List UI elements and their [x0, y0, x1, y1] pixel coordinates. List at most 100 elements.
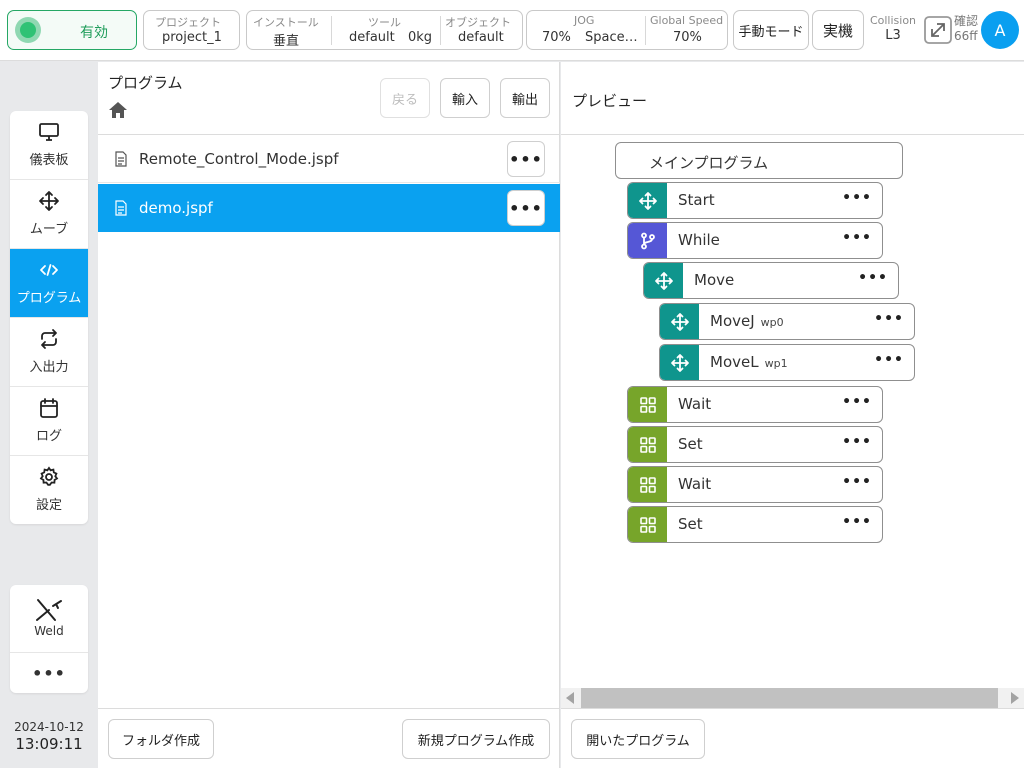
expand-icon[interactable] — [923, 15, 953, 45]
program-node-move[interactable]: Move ••• — [643, 262, 899, 299]
move-icon — [39, 191, 59, 211]
nav-item-dashboard[interactable]: 儀表板 — [10, 111, 88, 180]
real-machine-button[interactable]: 実機 — [812, 10, 864, 50]
weld-torch-icon — [36, 599, 62, 621]
move-icon — [660, 345, 699, 380]
scroll-left-icon[interactable] — [566, 692, 574, 704]
program-node-wait[interactable]: Wait ••• — [627, 466, 883, 503]
confirm-info: 確認 66ff — [954, 14, 978, 44]
move-icon — [660, 304, 699, 339]
opened-program-button[interactable]: 開いたプログラム — [571, 719, 705, 759]
node-title: MoveL — [710, 353, 759, 371]
node-title: While — [678, 231, 720, 249]
more-plugins-button[interactable]: ••• — [10, 653, 88, 693]
file-icon — [115, 151, 127, 167]
program-node-wait[interactable]: Wait ••• — [627, 386, 883, 423]
enable-status-button[interactable]: 有効 — [7, 10, 137, 50]
node-title: Wait — [678, 475, 712, 493]
file-row-selected[interactable]: demo.jspf ••• — [98, 184, 560, 232]
nav-item-move[interactable]: ムーブ — [10, 180, 88, 249]
horizontal-scrollbar[interactable] — [561, 688, 1024, 708]
enable-label: 有効 — [80, 25, 108, 41]
jog-speed-group[interactable]: JOG 70% Space… Global Speed 70% — [526, 10, 728, 50]
user-avatar[interactable]: A — [981, 11, 1019, 49]
node-more-button[interactable]: ••• — [874, 352, 904, 368]
node-more-button[interactable]: ••• — [842, 474, 872, 490]
nav-label: 入出力 — [29, 360, 69, 375]
file-row[interactable]: Remote_Control_Mode.jspf ••• — [98, 135, 560, 183]
node-more-button[interactable]: ••• — [842, 394, 872, 410]
node-label: Set — [678, 515, 703, 533]
file-icon — [115, 200, 127, 216]
divider — [440, 16, 441, 45]
grid-icon — [628, 467, 667, 502]
node-more-button[interactable]: ••• — [874, 311, 904, 327]
nav-item-io[interactable]: 入出力 — [10, 318, 88, 387]
file-more-button[interactable]: ••• — [507, 141, 545, 177]
time-text: 13:09:11 — [15, 735, 83, 753]
program-node-movel[interactable]: MoveL wp1 ••• — [659, 344, 915, 381]
global-speed-value: 70% — [673, 30, 702, 45]
program-node-while[interactable]: While ••• — [627, 222, 883, 259]
object-value: default — [458, 30, 504, 45]
preview-panel: プレビュー メインプログラム Start ••• While ••• Move ••• Mo… — [561, 62, 1024, 768]
scroll-thumb[interactable] — [581, 688, 998, 708]
main-nav: 儀表板 ムーブ プログラム 入出力 ログ 設定 — [10, 111, 88, 524]
confirm-value: 66ff — [954, 29, 978, 43]
nav-label: 儀表板 — [29, 153, 69, 168]
node-more-button[interactable]: ••• — [842, 230, 872, 246]
program-node-start[interactable]: Start ••• — [627, 182, 883, 219]
node-label: MoveJ wp0 — [710, 312, 784, 330]
jog-space: Space… — [585, 30, 638, 45]
nav-item-program[interactable]: プログラム — [10, 249, 88, 318]
node-title: Set — [678, 435, 703, 453]
file-name: Remote_Control_Mode.jspf — [139, 150, 339, 168]
export-button[interactable]: 輸出 — [500, 78, 550, 118]
scroll-right-icon[interactable] — [1011, 692, 1019, 704]
nav-item-settings[interactable]: 設定 — [10, 456, 88, 524]
import-button[interactable]: 輸入 — [440, 78, 490, 118]
nav-item-weld[interactable]: Weld — [10, 585, 88, 653]
program-node-set[interactable]: Set ••• — [627, 506, 883, 543]
node-more-button[interactable]: ••• — [858, 270, 888, 286]
node-label: Wait — [678, 475, 711, 493]
collision-level[interactable]: Collision L3 — [868, 14, 918, 43]
manual-mode-button[interactable]: 手動モード — [733, 10, 809, 50]
tool-label: ツール — [368, 16, 401, 29]
main-program-node[interactable]: メインプログラム — [615, 142, 903, 179]
node-more-button[interactable]: ••• — [842, 514, 872, 530]
nav-label: プログラム — [16, 291, 82, 306]
object-label: オブジェクト — [445, 16, 511, 29]
install-label: インストール — [253, 16, 319, 29]
branch-icon — [628, 223, 667, 258]
node-title: Start — [678, 191, 715, 209]
clock: 2024-10-12 13:09:11 — [10, 720, 88, 753]
node-title: Move — [694, 271, 735, 289]
weld-label: Weld — [34, 624, 64, 638]
program-header: プログラム 戻る 輸入 輸出 — [98, 62, 560, 135]
node-title: Set — [678, 515, 703, 533]
back-button[interactable]: 戻る — [380, 78, 430, 118]
file-more-button[interactable]: ••• — [507, 190, 545, 226]
program-node-set[interactable]: Set ••• — [627, 426, 883, 463]
node-label: Wait — [678, 395, 711, 413]
file-name: demo.jspf — [139, 199, 213, 217]
nav-label: ムーブ — [29, 222, 69, 237]
new-folder-button[interactable]: フォルダ作成 — [108, 719, 214, 759]
tool-weight: 0kg — [408, 30, 433, 45]
preview-title: プレビュー — [572, 92, 648, 110]
project-selector[interactable]: プロジェクト project_1 — [143, 10, 240, 50]
node-more-button[interactable]: ••• — [842, 190, 872, 206]
home-icon[interactable] — [108, 100, 128, 120]
node-title: MoveJ — [710, 312, 755, 330]
node-more-button[interactable]: ••• — [842, 434, 872, 450]
program-node-movej[interactable]: MoveJ wp0 ••• — [659, 303, 915, 340]
grid-icon — [628, 507, 667, 542]
nav-item-log[interactable]: ログ — [10, 387, 88, 456]
node-waypoint: wp0 — [760, 316, 784, 329]
plugin-nav: Weld ••• — [10, 585, 88, 693]
install-tool-object-group[interactable]: インストール 垂直 ツール default 0kg オブジェクト default — [246, 10, 523, 50]
new-program-button[interactable]: 新規プログラム作成 — [402, 719, 550, 759]
node-label: Move — [694, 271, 734, 289]
global-speed-label: Global Speed — [650, 14, 724, 27]
